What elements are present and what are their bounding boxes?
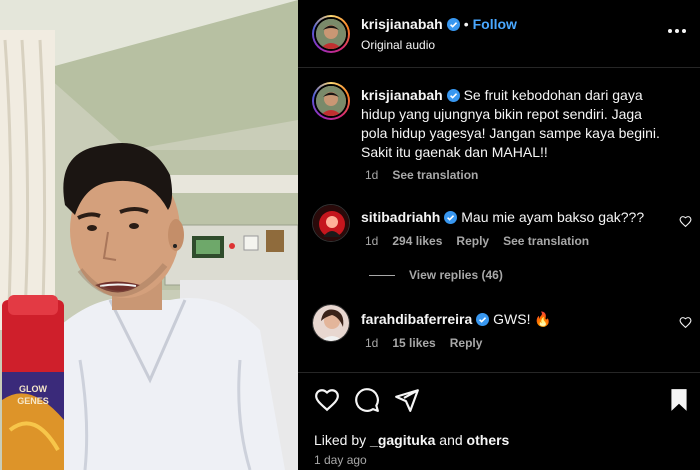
- comment-text: GWS! 🔥: [493, 311, 552, 327]
- caption: krisjianabah Se fruit kebodohan dari gay…: [361, 86, 661, 162]
- follow-button[interactable]: Follow: [473, 16, 517, 32]
- author-avatar[interactable]: [312, 15, 350, 53]
- comment-1: sitibadriahh Mau mie ayam bakso gak???: [361, 208, 661, 227]
- liked-by-prefix: Liked by: [314, 432, 367, 448]
- comment-1-meta: 1d 294 likes Reply See translation: [365, 234, 603, 248]
- comment-2: farahdibaferreira GWS! 🔥: [361, 310, 661, 329]
- avatar-image-icon: [313, 205, 349, 241]
- liked-by-text: Liked by _gagituka and others: [314, 432, 509, 448]
- verified-badge-icon: [476, 313, 490, 326]
- replies-divider: [369, 275, 395, 277]
- post-actions-footer: Liked by _gagituka and others 1 day ago: [298, 372, 700, 470]
- more-options-button[interactable]: [668, 24, 688, 38]
- save-bookmark-icon[interactable]: [666, 387, 692, 413]
- product-label-bottom: GENES: [17, 396, 49, 406]
- liked-by-and: and: [439, 432, 463, 448]
- separator-dot: •: [463, 16, 469, 32]
- share-paper-plane-icon[interactable]: [394, 387, 420, 413]
- comment-text: Mau mie ayam bakso gak???: [461, 209, 645, 225]
- verified-badge-icon: [446, 18, 460, 31]
- caption-time: 1d: [365, 168, 379, 182]
- verified-badge-icon: [444, 211, 458, 224]
- comment-bubble-icon[interactable]: [354, 387, 380, 413]
- post-detail-panel: krisjianabah • Follow Original audio krisj…: [298, 0, 700, 470]
- view-replies-label: View replies (46): [409, 268, 503, 282]
- comment-avatar[interactable]: [312, 304, 350, 342]
- comment-username[interactable]: farahdibaferreira: [361, 311, 472, 327]
- like-heart-icon[interactable]: [314, 387, 340, 413]
- comment-time: 1d: [365, 234, 379, 248]
- view-replies-button[interactable]: View replies (46): [369, 268, 503, 282]
- caption-author-avatar[interactable]: [312, 82, 350, 120]
- product-label-top: GLOW: [19, 384, 47, 394]
- comment-2-meta: 1d 15 likes Reply: [365, 336, 496, 350]
- original-audio-link[interactable]: Original audio: [361, 38, 435, 52]
- comment-time: 1d: [365, 336, 379, 350]
- caption-see-translation[interactable]: See translation: [392, 168, 478, 182]
- comment-see-translation[interactable]: See translation: [503, 234, 589, 248]
- liked-by-others[interactable]: others: [467, 432, 510, 448]
- like-comment-heart-icon[interactable]: [679, 316, 692, 329]
- caption-username[interactable]: krisjianabah: [361, 87, 443, 103]
- reel-video[interactable]: GLOW GENES: [0, 0, 298, 470]
- comment-likes[interactable]: 294 likes: [392, 234, 442, 248]
- author-username[interactable]: krisjianabah: [361, 16, 443, 32]
- comment-avatar[interactable]: [312, 204, 350, 242]
- video-frame-illustration: GLOW GENES: [0, 0, 298, 470]
- post-header: krisjianabah • Follow Original audio: [298, 0, 700, 68]
- liked-by-user[interactable]: _gagituka: [370, 432, 435, 448]
- comment-username[interactable]: sitibadriahh: [361, 209, 440, 225]
- reply-button[interactable]: Reply: [456, 234, 489, 248]
- avatar-image-icon: [313, 305, 349, 341]
- avatar-image-icon: [316, 86, 346, 116]
- avatar-image-icon: [316, 19, 346, 49]
- author-line: krisjianabah • Follow: [361, 16, 517, 34]
- verified-badge-icon: [446, 89, 460, 102]
- caption-meta: 1d See translation: [365, 168, 492, 182]
- like-comment-heart-icon[interactable]: [679, 215, 692, 228]
- post-timestamp[interactable]: 1 day ago: [314, 453, 367, 467]
- reply-button[interactable]: Reply: [450, 336, 483, 350]
- comment-likes[interactable]: 15 likes: [392, 336, 435, 350]
